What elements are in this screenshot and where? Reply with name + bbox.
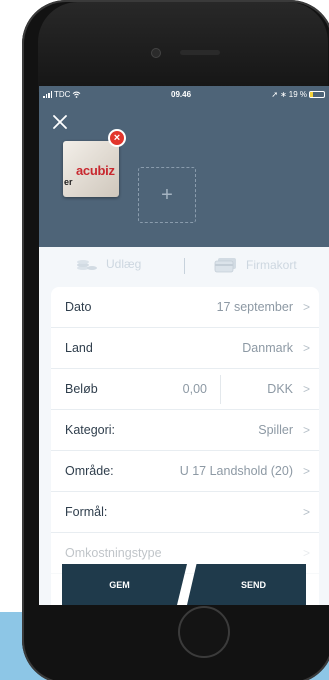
expense-form: Dato 17 september > Land Danmark > Beløb… (51, 287, 319, 605)
phone-bezel-highlight (38, 2, 328, 92)
action-bar: GEM SEND (62, 564, 306, 605)
app-screen: TDC 09.46 ➚ ∗ 19 % acubiz er × + Udlæg F… (39, 86, 329, 605)
form-row-kategori[interactable]: Kategori: Spiller > (51, 410, 319, 451)
row-label: Land (65, 341, 93, 355)
row-value: U 17 Landshold (20) (179, 464, 293, 478)
chevron-right-icon: > (302, 505, 310, 519)
remove-attachment-button[interactable]: × (108, 129, 126, 147)
status-right-group: ➚ ∗ 19 % (271, 90, 325, 99)
form-row-land[interactable]: Land Danmark > (51, 328, 319, 369)
bluetooth-icon: ∗ (280, 90, 287, 99)
location-arrow-icon: ➚ (271, 90, 279, 99)
receipt-thumbnail[interactable]: acubiz er (63, 141, 119, 197)
gem-button[interactable]: GEM (62, 564, 187, 605)
row-label: Omkostningstype (65, 546, 162, 560)
form-row-formaal[interactable]: Formål: > (51, 492, 319, 533)
stage: TDC 09.46 ➚ ∗ 19 % acubiz er × + Udlæg F… (0, 0, 329, 680)
add-attachment-button[interactable]: + (138, 167, 196, 223)
row-label: Dato (65, 300, 92, 314)
chevron-right-icon: > (302, 300, 310, 314)
signal-icon (43, 91, 52, 98)
header-area: TDC 09.46 ➚ ∗ 19 % acubiz er × + (39, 86, 329, 247)
credit-card-icon (214, 258, 236, 273)
tab-udlaeg[interactable]: Udlæg (76, 257, 141, 271)
chevron-right-icon: > (302, 423, 310, 437)
battery-icon (309, 91, 325, 98)
currency-select[interactable]: DKK (267, 382, 293, 396)
tab-firmakort[interactable]: Firmakort (214, 257, 297, 273)
coins-icon (77, 260, 97, 270)
carrier-name: TDC (54, 90, 71, 99)
battery-percentage: 19 % (288, 90, 307, 99)
chevron-right-icon: > (302, 341, 310, 355)
row-label: Formål: (65, 505, 108, 519)
row-value: Danmark (242, 341, 293, 355)
receipt-logo-text: acubiz (76, 163, 115, 178)
send-button[interactable]: SEND (187, 564, 306, 605)
row-label: Kategori: (65, 423, 116, 437)
status-bar: TDC 09.46 ➚ ∗ 19 % (39, 86, 329, 104)
tab-udlaeg-label: Udlæg (106, 257, 142, 271)
status-carrier-group: TDC (43, 90, 81, 99)
row-label: Område: (65, 464, 114, 478)
status-time: 09.46 (171, 90, 192, 99)
tab-divider (184, 258, 185, 274)
form-row-omraade[interactable]: Område: U 17 Landshold (20) > (51, 451, 319, 492)
expense-type-tabs: Udlæg Firmakort (39, 247, 329, 287)
row-label: Beløb (65, 382, 98, 396)
battery-fill (310, 92, 313, 97)
home-button[interactable] (178, 606, 230, 658)
form-row-beloeb: Beløb 0,00 DKK > (51, 369, 319, 410)
amount-input[interactable]: 0,00 (183, 382, 207, 396)
tab-firmakort-label: Firmakort (246, 258, 297, 272)
chevron-right-icon: > (302, 382, 310, 396)
amount-divider (220, 375, 221, 404)
row-value: Spiller (258, 423, 293, 437)
wifi-icon (73, 91, 81, 98)
close-icon[interactable] (51, 113, 69, 131)
chevron-right-icon: > (302, 546, 310, 560)
row-value: 17 september (216, 300, 293, 314)
front-camera (152, 49, 160, 57)
form-row-dato[interactable]: Dato 17 september > (51, 287, 319, 328)
receipt-partial-text: er (64, 177, 73, 187)
chevron-right-icon: > (302, 464, 310, 478)
earpiece-speaker (180, 50, 220, 55)
